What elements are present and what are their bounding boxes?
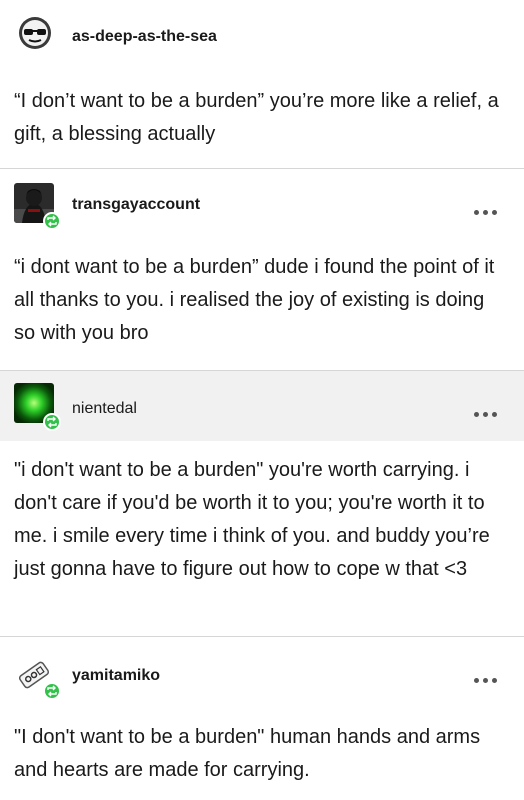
post: yamitamiko "I don't want to be a burden"… <box>0 637 524 800</box>
post-text: "i don't want to be a burden" you're wor… <box>14 459 490 580</box>
reblog-icon <box>43 682 61 700</box>
post: as-deep-as-the-sea “I don’t want to be a… <box>0 0 524 168</box>
username[interactable]: transgayaccount <box>72 196 200 214</box>
post-header: yamitamiko <box>0 637 524 707</box>
reblog-icon <box>43 212 61 230</box>
reblog-icon <box>43 413 61 431</box>
more-options-icon[interactable] <box>474 404 504 417</box>
post: nientedal "i don't want to be a burden" … <box>0 371 524 636</box>
post-text: "I don't want to be a burden" human hand… <box>14 726 481 781</box>
more-options-icon[interactable] <box>474 670 504 683</box>
avatar[interactable] <box>16 14 54 52</box>
post-header: nientedal <box>0 371 524 441</box>
username[interactable]: yamitamiko <box>72 667 160 685</box>
post-header: as-deep-as-the-sea <box>0 0 524 70</box>
more-options-icon[interactable] <box>474 202 504 215</box>
sunglasses-face-icon <box>19 17 51 49</box>
post-text: “I don’t want to be a burden” you’re mor… <box>14 90 499 145</box>
username[interactable]: nientedal <box>72 400 137 418</box>
post: transgayaccount “i dont want to be a bur… <box>0 169 524 370</box>
post-text: “i dont want to be a burden” dude i foun… <box>14 256 495 344</box>
post-header: transgayaccount <box>0 169 524 239</box>
username[interactable]: as-deep-as-the-sea <box>72 28 217 46</box>
